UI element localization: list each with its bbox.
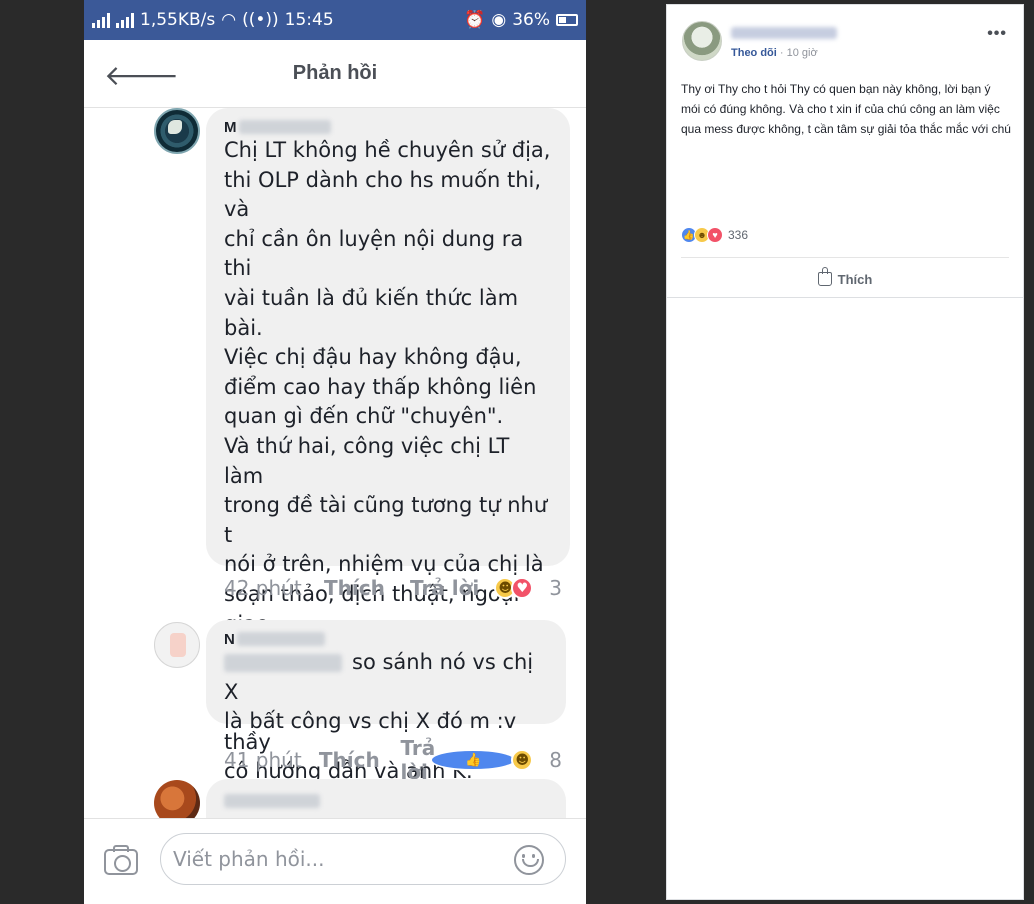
avatar[interactable] <box>154 622 200 668</box>
comment-bubble: N so sánh nó vs chị X là bất công vs chị… <box>206 620 566 733</box>
author-initial: N <box>224 630 235 648</box>
like-reaction-icon: 👍 <box>430 749 517 771</box>
battery-icon <box>556 14 578 26</box>
comment-time: 42 phút <box>224 576 302 600</box>
vibrate-icon: ((•)) <box>242 10 279 30</box>
post-author[interactable] <box>731 25 837 41</box>
reaction-count: 336 <box>728 228 749 242</box>
status-bar: 1,55KB/s ◠ ((•)) 15:45 ⏰ ◉ 36% <box>84 0 586 40</box>
avatar[interactable] <box>154 108 200 154</box>
haha-reaction-icon: ☻ <box>511 749 534 771</box>
author-name-blurred <box>731 27 837 39</box>
eye-icon: ◉ <box>491 10 507 30</box>
author-name-blurred <box>224 794 320 808</box>
post-time[interactable]: 10 giờ <box>787 47 818 59</box>
wifi-icon: ◠ <box>221 10 237 30</box>
comment-author[interactable] <box>224 789 548 808</box>
signal-icon <box>92 12 110 28</box>
divider <box>681 257 1009 258</box>
reply-button[interactable]: Trả lời <box>410 576 499 600</box>
author-name-blurred <box>236 632 325 646</box>
reply-input[interactable] <box>160 833 566 885</box>
comment-list[interactable]: M Chị LT không hề chuyên sử địa, thi OLP… <box>84 108 586 818</box>
comment-actions: 42 phút Thích Trả lời ☻ ♥ 3 <box>224 576 562 600</box>
comment-author[interactable]: M <box>224 118 552 136</box>
avatar[interactable] <box>682 21 722 61</box>
network-speed: 1,55KB/s <box>140 10 216 30</box>
camera-icon[interactable] <box>104 845 138 875</box>
like-button[interactable]: Thích <box>319 748 401 772</box>
meta-separator: · <box>776 47 787 59</box>
love-reaction-icon: ♥ <box>511 577 534 599</box>
divider <box>667 297 1023 298</box>
tagged-user-blurred[interactable] <box>224 654 342 672</box>
love-reaction-icon: ♥ <box>707 227 723 243</box>
clock: 15:45 <box>284 10 334 30</box>
comment-author[interactable]: N <box>224 630 548 648</box>
emoji-icon[interactable] <box>514 845 544 875</box>
comment-bubble <box>206 779 566 818</box>
thumbs-up-icon <box>817 267 832 286</box>
post-text: Thy ơi Thy cho t hỏi Thy có quen bạn này… <box>681 82 1011 136</box>
comment-bubble: M Chị LT không hề chuyên sử địa, thi OLP… <box>206 108 570 783</box>
reaction-summary[interactable]: 👍 ☻ <box>430 749 534 771</box>
reaction-count: 8 <box>549 748 562 772</box>
reaction-summary[interactable]: ☻ ♥ <box>494 577 534 599</box>
reply-composer <box>84 818 586 904</box>
follow-button[interactable]: Theo dõi <box>731 47 777 59</box>
like-button[interactable]: Thích <box>324 576 410 600</box>
alarm-icon: ⏰ <box>464 10 486 30</box>
page-title: Phản hồi <box>292 62 378 84</box>
author-initial: M <box>224 118 237 136</box>
author-name-blurred <box>238 120 331 134</box>
battery-percent: 36% <box>512 10 550 30</box>
post-meta: Theo dõi · 10 giờ <box>731 47 818 59</box>
back-arrow-icon[interactable]: 🡐 <box>104 58 179 92</box>
signal-icon-2 <box>116 12 134 28</box>
nav-bar: 🡐 Phản hồi <box>84 40 586 108</box>
like-label: Thích <box>837 271 873 287</box>
reaction-summary[interactable]: 👍 ☻ ♥ 336 <box>681 227 748 243</box>
comment-time: 41 phút <box>224 748 302 772</box>
avatar[interactable] <box>154 780 200 818</box>
facebook-post: Theo dõi · 10 giờ ••• Thy ơi Thy cho t h… <box>666 4 1024 900</box>
comment-actions: 41 phút Thích Trả lời 👍 ☻ 8 <box>224 736 562 784</box>
mobile-reply-screen: 1,55KB/s ◠ ((•)) 15:45 ⏰ ◉ 36% 🡐 Phản hồ… <box>84 0 586 904</box>
comment-text: so sánh nó vs chị X là bất công vs chị X… <box>224 648 548 737</box>
like-button[interactable]: Thích <box>667 261 1023 297</box>
more-options-icon[interactable]: ••• <box>987 25 1007 43</box>
reaction-count: 3 <box>549 576 562 600</box>
